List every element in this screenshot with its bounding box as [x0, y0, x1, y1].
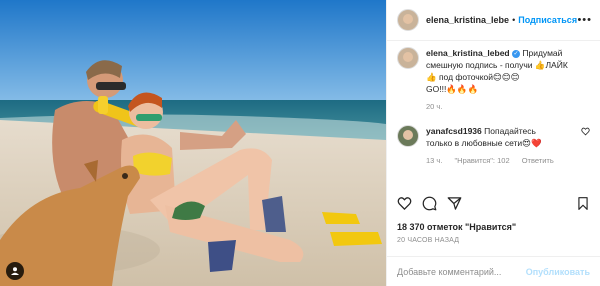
post-side-panel: elena_kristina_lebe • Подписаться ••• el…: [386, 0, 600, 286]
post-time-ago[interactable]: 20 ЧАСОВ НАЗАД: [397, 237, 459, 244]
verified-icon: ✓: [512, 49, 521, 58]
comment-icon[interactable]: [422, 196, 437, 211]
person-icon: [11, 267, 19, 275]
caption: elena_kristina_lebed ✓ Придумай смешную …: [397, 47, 590, 113]
caption-text-line3: 👍 под фоточкой😊😊😊: [426, 72, 520, 82]
share-icon[interactable]: [447, 196, 462, 211]
comment-time[interactable]: 13 ч.: [426, 156, 442, 165]
caption-text-line2: смешную подпись - получи 👍ЛАЙК: [426, 60, 568, 70]
comments-area: elena_kristina_lebed ✓ Придумай смешную …: [387, 41, 600, 185]
comment-body: yanafcsd1936 Попадайтесь только в любовн…: [426, 125, 577, 167]
post-header: elena_kristina_lebe • Подписаться •••: [387, 0, 600, 41]
caption-text-line4: GO!!!🔥🔥🔥: [426, 84, 479, 94]
save-bookmark-icon[interactable]: [576, 196, 590, 211]
caption-text-line1: Придумай: [522, 48, 563, 58]
post-actions: [397, 196, 590, 211]
comment-item: yanafcsd1936 Попадайтесь только в любовн…: [397, 125, 590, 167]
author-avatar[interactable]: [397, 9, 419, 31]
comment-input[interactable]: Добавьте комментарий...: [397, 267, 501, 277]
beach-photo: [0, 0, 386, 286]
caption-time[interactable]: 20 ч.: [426, 102, 442, 111]
comment-like-heart-icon[interactable]: [581, 127, 590, 136]
more-options-icon[interactable]: •••: [577, 14, 592, 26]
commenter-username[interactable]: yanafcsd1936: [426, 126, 482, 136]
caption-meta: 20 ч.: [426, 101, 590, 113]
tagged-users-button[interactable]: [6, 262, 24, 280]
likes-count[interactable]: 18 370 отметок "Нравится": [397, 222, 516, 232]
header-separator: •: [512, 15, 516, 25]
instagram-post: elena_kristina_lebe • Подписаться ••• el…: [0, 0, 600, 286]
commenter-avatar[interactable]: [397, 125, 419, 147]
add-comment-bar: Добавьте комментарий... Опубликовать: [387, 256, 600, 286]
post-photo[interactable]: [0, 0, 386, 286]
comment-likes[interactable]: "Нравится": 102: [455, 156, 510, 165]
caption-avatar[interactable]: [397, 47, 419, 69]
like-heart-icon[interactable]: [397, 196, 412, 211]
comment-text-line2: только в любовные сети😍❤️: [426, 138, 542, 148]
comment-text-line1: Попадайтесь: [484, 126, 536, 136]
follow-button[interactable]: Подписаться: [518, 15, 577, 25]
comment-meta: 13 ч. "Нравится": 102 Ответить: [426, 155, 577, 167]
caption-body: elena_kristina_lebed ✓ Придумай смешную …: [426, 47, 590, 113]
publish-button[interactable]: Опубликовать: [526, 267, 590, 277]
author-username[interactable]: elena_kristina_lebe: [426, 15, 509, 25]
caption-username[interactable]: elena_kristina_lebed: [426, 48, 510, 58]
reply-button[interactable]: Ответить: [522, 156, 554, 165]
